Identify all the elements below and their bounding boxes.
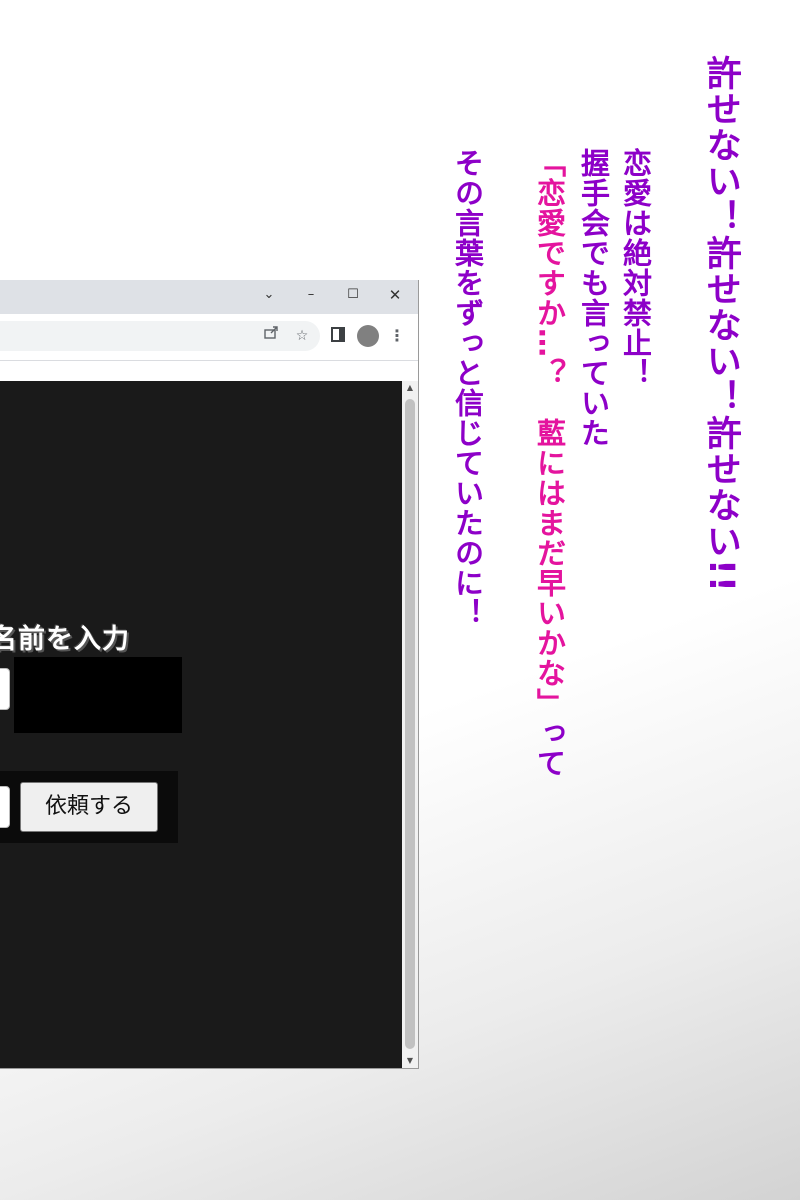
caption-column-3: 握手会でも言っていた [576, 148, 611, 448]
minimize-button[interactable]: – [296, 282, 326, 308]
side-panel-glyph [331, 327, 345, 342]
share-icon-glyph [264, 326, 278, 339]
caption-quote-tail: って [532, 718, 567, 778]
name-input-field[interactable] [0, 668, 10, 710]
close-button[interactable]: ✕ [380, 282, 410, 308]
scroll-down-arrow-icon[interactable]: ▼ [402, 1054, 418, 1068]
scroll-up-arrow-icon[interactable]: ▲ [402, 381, 418, 395]
maximize-button[interactable]: ☐ [338, 282, 368, 308]
browser-toolbar: ☆ ⋮ [0, 314, 418, 361]
name-input-heading: 名前を入力 [0, 624, 130, 655]
caption-column-5: その言葉をずっと信じていたのに！ [450, 148, 485, 628]
browser-window: ⌄ – ☐ ✕ ☆ ⋮ 名前を入力 依頼する ▲ ▼ [0, 280, 419, 1069]
request-button[interactable]: 依頼する [20, 782, 158, 832]
caption-column-4: 「恋愛ですか…？ 藍にはまだ早いかな」って [532, 148, 567, 778]
page-viewport: 名前を入力 依頼する [0, 381, 402, 1068]
caption-column-2: 恋愛は絶対禁止！ [618, 148, 653, 388]
scroll-thumb[interactable] [405, 399, 415, 1049]
tab-search-chevron-icon[interactable]: ⌄ [254, 282, 284, 308]
vertical-scrollbar[interactable]: ▲ ▼ [402, 381, 418, 1068]
caption-column-1: 許せない！許せない！許せない!! [700, 55, 741, 593]
secondary-input-field[interactable] [0, 786, 10, 828]
menu-kebab-icon[interactable]: ⋮ [385, 324, 409, 348]
share-icon[interactable] [259, 324, 283, 348]
redacted-box [14, 657, 182, 733]
bookmark-star-icon[interactable]: ☆ [290, 324, 314, 348]
side-panel-icon[interactable] [326, 324, 350, 348]
title-bar: ⌄ – ☐ ✕ [0, 280, 418, 314]
profile-avatar[interactable] [357, 325, 379, 347]
caption-quote: 「恋愛ですか…？ 藍にはまだ早いかな」 [532, 148, 567, 718]
